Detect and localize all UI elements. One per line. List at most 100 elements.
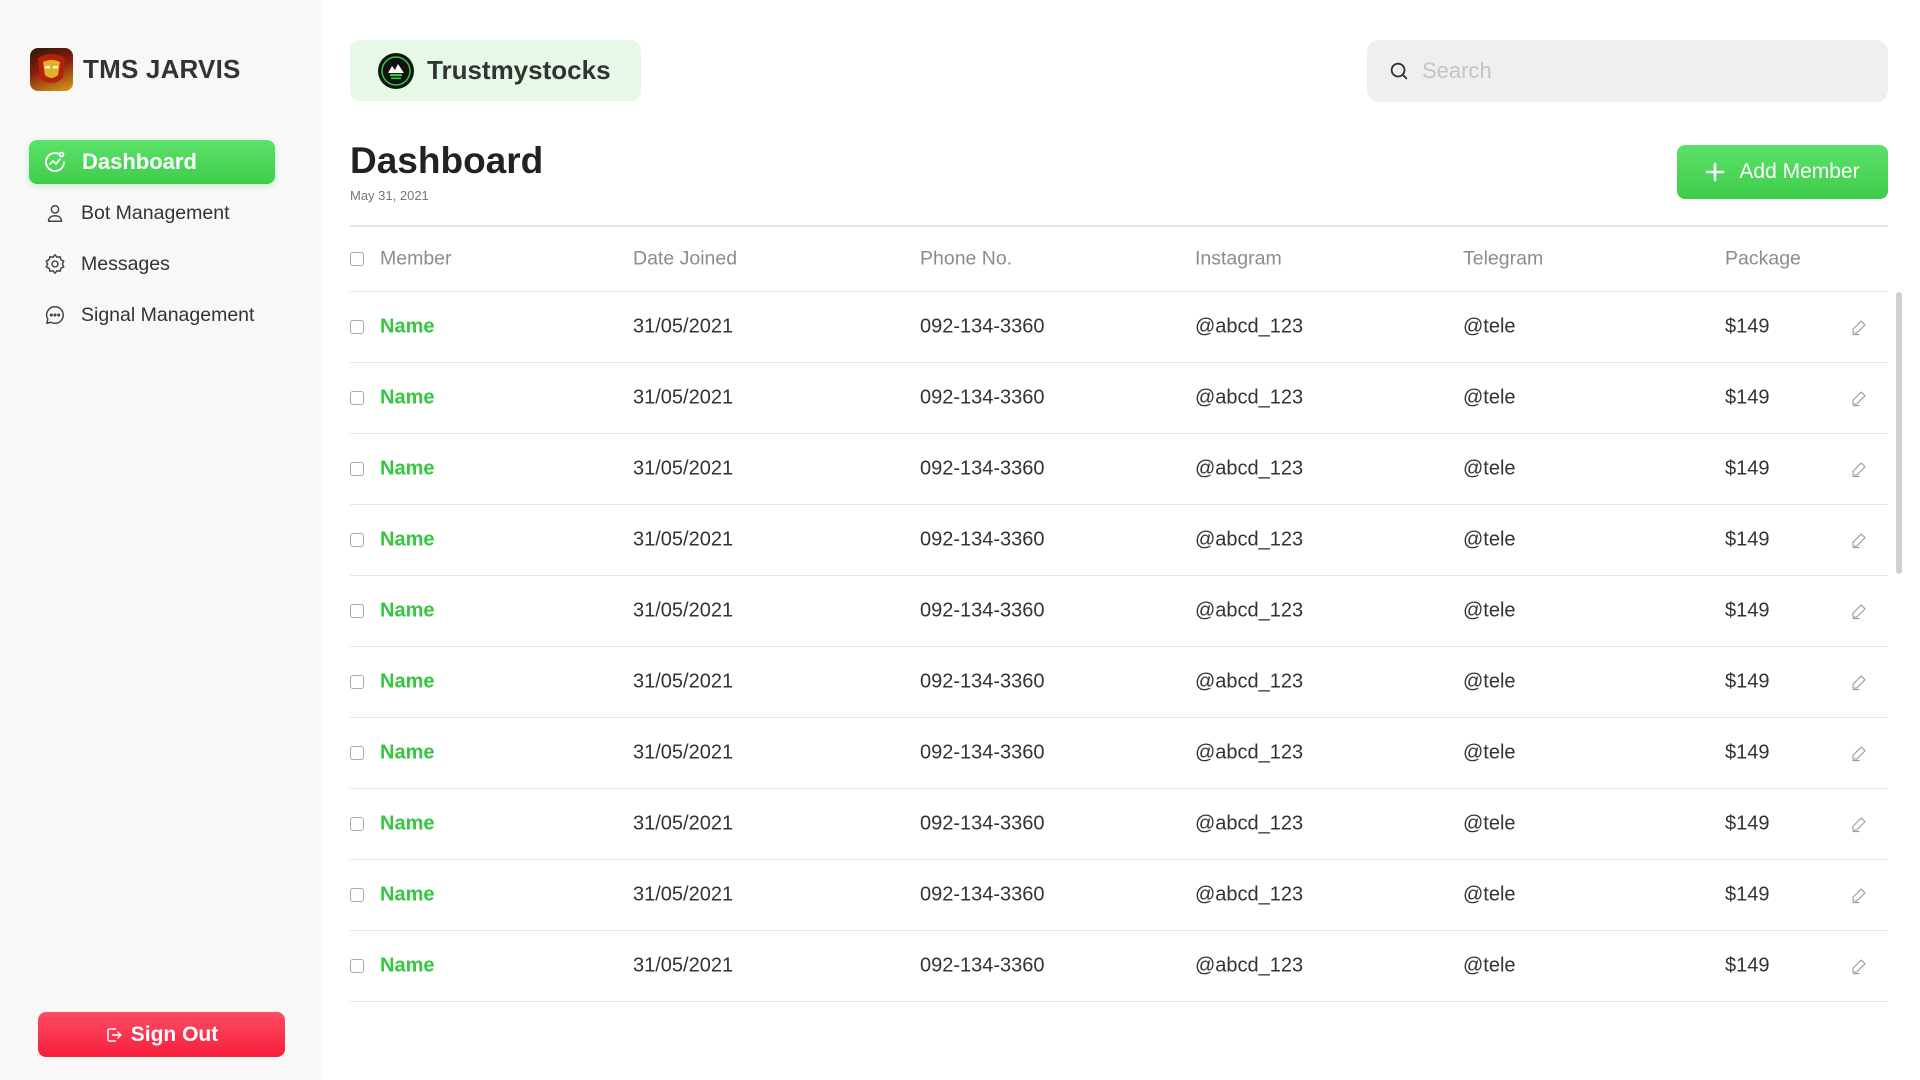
sidebar-item-label: Bot Management: [81, 201, 230, 224]
date-joined-cell: 31/05/2021: [633, 386, 734, 409]
edit-pencil-icon[interactable]: [1850, 317, 1870, 337]
phone-cell: 092-134-3360: [920, 457, 1045, 480]
search-icon: [1388, 59, 1412, 83]
package-cell: $149: [1725, 741, 1770, 764]
date-joined-cell: 31/05/2021: [633, 457, 734, 480]
column-header-telegram[interactable]: Telegram: [1463, 248, 1543, 271]
table-row: Name 31/05/2021 092-134-3360 @abcd_123 @tele…: [350, 434, 1888, 505]
instagram-cell: @abcd_123: [1195, 812, 1304, 835]
edit-pencil-icon[interactable]: [1850, 743, 1870, 763]
page-date: May 31, 2021: [350, 188, 429, 203]
gear-icon: [43, 252, 67, 276]
member-name-link[interactable]: Name: [380, 387, 434, 410]
sidebar-item-label: Messages: [81, 252, 170, 275]
row-checkbox[interactable]: [350, 888, 364, 902]
member-name-link[interactable]: Name: [380, 671, 434, 694]
row-checkbox[interactable]: [350, 817, 364, 831]
search-input[interactable]: [1422, 58, 1862, 84]
sidebar-item-signal-management[interactable]: Signal Management: [29, 293, 275, 337]
brand-logo: [30, 48, 73, 91]
column-header-phone[interactable]: Phone No.: [920, 248, 1012, 271]
chat-bubble-icon: [43, 303, 67, 327]
member-name-link[interactable]: Name: [380, 742, 434, 765]
user-icon: [43, 201, 67, 225]
row-checkbox[interactable]: [350, 533, 364, 547]
edit-pencil-icon[interactable]: [1850, 530, 1870, 550]
instagram-cell: @abcd_123: [1195, 741, 1304, 764]
instagram-cell: @abcd_123: [1195, 599, 1304, 622]
column-header-package[interactable]: Package: [1725, 248, 1801, 271]
app-root: TMS JARVIS Dashboard Bot Management Mess…: [0, 0, 1920, 1080]
row-checkbox[interactable]: [350, 604, 364, 618]
member-name-link[interactable]: Name: [380, 600, 434, 623]
column-header-instagram[interactable]: Instagram: [1195, 248, 1282, 271]
phone-cell: 092-134-3360: [920, 883, 1045, 906]
add-member-button[interactable]: Add Member: [1677, 145, 1888, 199]
organization-pill[interactable]: Trustmystocks: [350, 40, 641, 101]
telegram-cell: @tele: [1463, 741, 1516, 764]
edit-pencil-icon[interactable]: [1850, 459, 1870, 479]
table-row: Name 31/05/2021 092-134-3360 @abcd_123 @tele…: [350, 718, 1888, 789]
date-joined-cell: 31/05/2021: [633, 812, 734, 835]
sidebar-nav: Dashboard Bot Management Messages Signal…: [29, 140, 275, 344]
member-name-link[interactable]: Name: [380, 458, 434, 481]
telegram-cell: @tele: [1463, 599, 1516, 622]
date-joined-cell: 31/05/2021: [633, 599, 734, 622]
telegram-cell: @tele: [1463, 670, 1516, 693]
chart-circle-icon: [43, 150, 67, 174]
phone-cell: 092-134-3360: [920, 528, 1045, 551]
member-name-link[interactable]: Name: [380, 316, 434, 339]
edit-pencil-icon[interactable]: [1850, 388, 1870, 408]
edit-pencil-icon[interactable]: [1850, 885, 1870, 905]
instagram-cell: @abcd_123: [1195, 954, 1304, 977]
package-cell: $149: [1725, 457, 1770, 480]
member-name-link[interactable]: Name: [380, 529, 434, 552]
instagram-cell: @abcd_123: [1195, 670, 1304, 693]
telegram-cell: @tele: [1463, 528, 1516, 551]
phone-cell: 092-134-3360: [920, 812, 1045, 835]
row-checkbox[interactable]: [350, 746, 364, 760]
instagram-cell: @abcd_123: [1195, 457, 1304, 480]
package-cell: $149: [1725, 883, 1770, 906]
row-checkbox[interactable]: [350, 959, 364, 973]
member-name-link[interactable]: Name: [380, 813, 434, 836]
date-joined-cell: 31/05/2021: [633, 315, 734, 338]
member-name-link[interactable]: Name: [380, 955, 434, 978]
table-row: Name 31/05/2021 092-134-3360 @abcd_123 @tele…: [350, 292, 1888, 363]
row-checkbox[interactable]: [350, 320, 364, 334]
add-member-label: Add Member: [1739, 160, 1860, 183]
phone-cell: 092-134-3360: [920, 954, 1045, 977]
select-all-checkbox[interactable]: [350, 252, 364, 266]
edit-pencil-icon[interactable]: [1850, 956, 1870, 976]
page-title: Dashboard: [350, 140, 544, 181]
sidebar-item-dashboard[interactable]: Dashboard: [29, 140, 275, 184]
sign-out-button[interactable]: Sign Out: [38, 1012, 285, 1057]
sidebar-item-messages[interactable]: Messages: [29, 242, 275, 286]
brand: TMS JARVIS: [30, 48, 241, 91]
sidebar-item-bot-management[interactable]: Bot Management: [29, 191, 275, 235]
telegram-cell: @tele: [1463, 883, 1516, 906]
scrollbar-thumb[interactable]: [1896, 292, 1902, 574]
phone-cell: 092-134-3360: [920, 315, 1045, 338]
row-checkbox[interactable]: [350, 462, 364, 476]
sign-out-label: Sign Out: [130, 1022, 219, 1046]
search-bar: [1367, 40, 1888, 102]
package-cell: $149: [1725, 599, 1770, 622]
date-joined-cell: 31/05/2021: [633, 741, 734, 764]
edit-pencil-icon[interactable]: [1850, 601, 1870, 621]
logout-icon: [105, 1025, 125, 1045]
row-checkbox[interactable]: [350, 675, 364, 689]
sidebar: TMS JARVIS Dashboard Bot Management Mess…: [0, 0, 322, 1080]
member-name-link[interactable]: Name: [380, 884, 434, 907]
column-header-date-joined[interactable]: Date Joined: [633, 248, 737, 271]
date-joined-cell: 31/05/2021: [633, 883, 734, 906]
row-checkbox[interactable]: [350, 391, 364, 405]
instagram-cell: @abcd_123: [1195, 386, 1304, 409]
column-header-member[interactable]: Member: [380, 248, 452, 271]
sidebar-item-label: Signal Management: [81, 303, 255, 326]
edit-pencil-icon[interactable]: [1850, 814, 1870, 834]
table-row: Name 31/05/2021 092-134-3360 @abcd_123 @tele…: [350, 931, 1888, 1002]
table-body: Name 31/05/2021 092-134-3360 @abcd_123 @tele…: [350, 292, 1888, 1002]
edit-pencil-icon[interactable]: [1850, 672, 1870, 692]
telegram-cell: @tele: [1463, 386, 1516, 409]
